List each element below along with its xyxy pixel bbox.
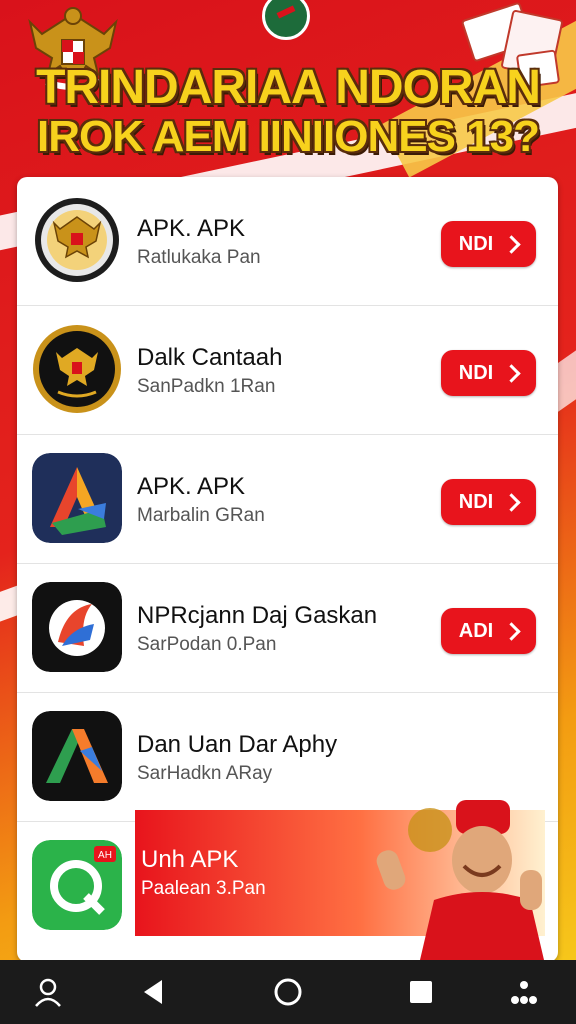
- app-subtitle: Marbalin GRan: [137, 505, 265, 526]
- chevron-right-icon: [502, 363, 521, 383]
- colorful-a-logo-icon: [32, 453, 122, 543]
- green-q-app-icon: AH: [32, 840, 122, 930]
- list-item[interactable]: APK. APK Ratlukaka Pan NDI: [17, 177, 558, 306]
- thumbs-up-person-icon: [376, 800, 544, 960]
- chevron-right-icon: [502, 234, 521, 254]
- user-icon[interactable]: [32, 976, 64, 1008]
- recents-icon[interactable]: [405, 976, 437, 1008]
- install-button[interactable]: NDI: [441, 479, 536, 525]
- install-button[interactable]: ADI: [441, 608, 536, 654]
- back-icon[interactable]: [138, 976, 170, 1008]
- list-item[interactable]: APK. APK Marbalin GRan NDI: [17, 435, 558, 564]
- app-subtitle: SarPodan 0.Pan: [137, 634, 277, 655]
- install-button[interactable]: NDI: [441, 221, 536, 267]
- app-name: APK. APK: [137, 215, 246, 242]
- app-name: Dan Uan Dar Aphy: [137, 731, 338, 758]
- list-item[interactable]: NPRcjann Daj Gaskan SarPodan 0.Pan ADI: [17, 564, 558, 693]
- system-navbar: [0, 960, 576, 1024]
- promo-subtitle: Paalean 3.Pan: [141, 878, 266, 899]
- app-subtitle: SanPadkn 1Ran: [137, 376, 276, 397]
- app-name: NPRcjann Daj Gaskan: [137, 602, 378, 629]
- install-button-label: NDI: [458, 361, 494, 384]
- stylized-a-logo-icon: [32, 582, 122, 672]
- app-name: Dalk Cantaah: [137, 344, 283, 371]
- header: TRINDARIAA NDORAN IROK AEM IINIIONES 13?: [0, 0, 576, 180]
- gradient-chevron-logo-icon: [32, 711, 122, 801]
- page-title: TRINDARIAA NDORAN: [36, 61, 541, 114]
- install-button-label: NDI: [458, 490, 494, 513]
- list-item[interactable]: Dalk Cantaah SanPadkn 1Ran NDI: [17, 306, 558, 435]
- app-subtitle: SarHadkn ARay: [137, 763, 273, 784]
- app-name: APK. APK: [137, 473, 246, 500]
- promo-badge: AH: [98, 850, 112, 861]
- chevron-right-icon: [502, 492, 521, 512]
- app-subtitle: Ratlukaka Pan: [137, 247, 261, 268]
- home-icon[interactable]: [272, 976, 304, 1008]
- install-button[interactable]: NDI: [441, 350, 536, 396]
- chevron-right-icon: [502, 621, 521, 641]
- garuda-emblem-icon: [32, 195, 122, 285]
- more-icon[interactable]: [508, 976, 540, 1008]
- page-subtitle: IROK AEM IINIIONES 13?: [36, 112, 540, 161]
- garuda-seal-icon: [32, 324, 122, 414]
- install-button-label: NDI: [458, 232, 494, 255]
- install-button-label: ADI: [458, 619, 494, 642]
- promo-title: Unh APK: [141, 846, 239, 873]
- ministry-logo-icon: [262, 0, 310, 40]
